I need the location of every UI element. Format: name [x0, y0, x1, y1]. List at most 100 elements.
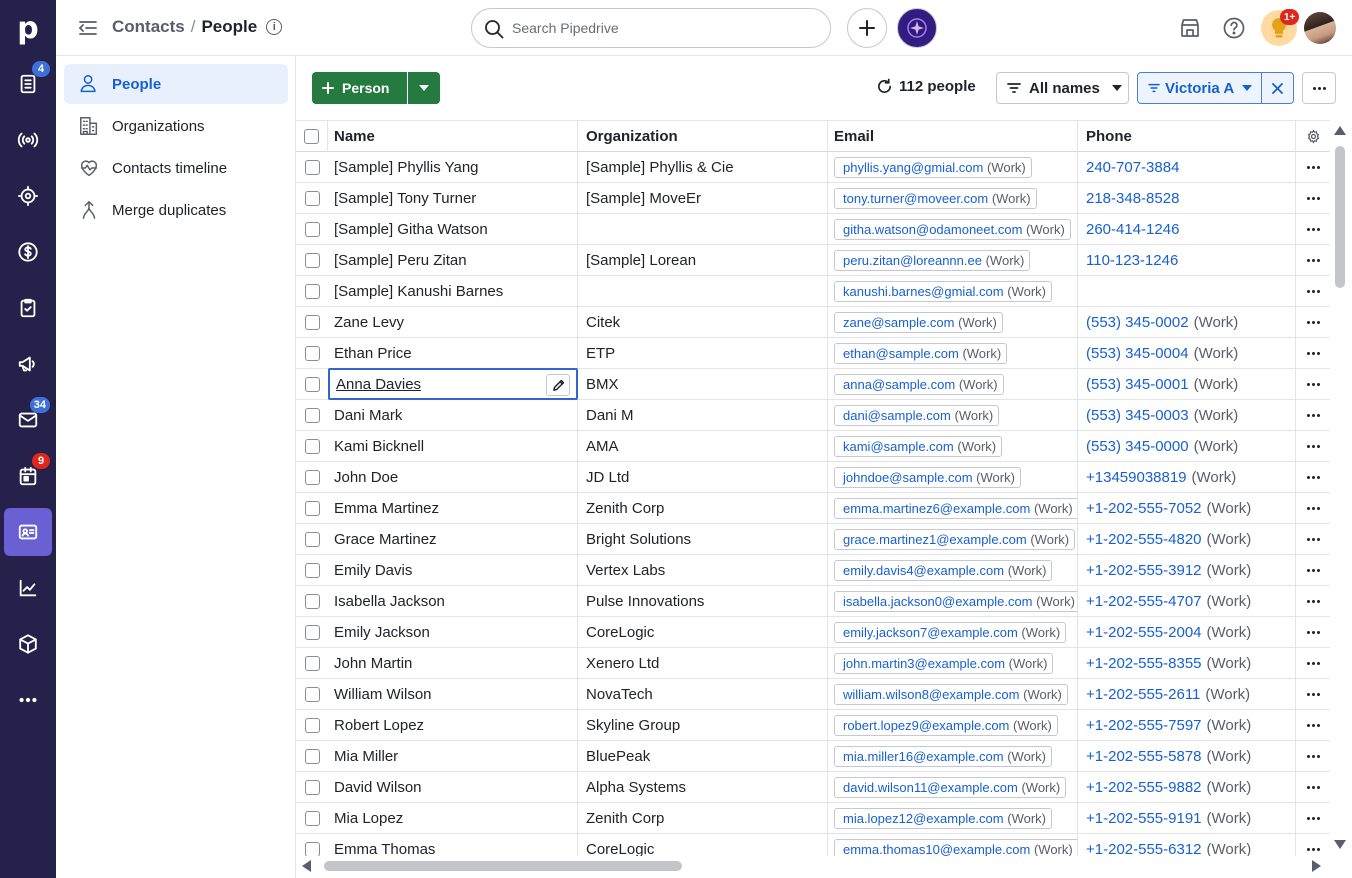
- rail-campaigns-button[interactable]: [4, 340, 52, 388]
- phone-cell[interactable]: 240-707-3884: [1078, 152, 1296, 182]
- name-cell[interactable]: Mia Miller: [328, 741, 578, 771]
- table-row[interactable]: Dani Mark Dani Mdani@sample.com (Work) (55…: [296, 400, 1330, 431]
- email-pill[interactable]: emma.thomas10@example.com (Work): [834, 838, 1077, 856]
- row-actions-button[interactable]: [1296, 214, 1330, 244]
- row-checkbox[interactable]: [304, 376, 320, 392]
- vertical-scrollbar[interactable]: [1330, 120, 1352, 856]
- row-checkbox[interactable]: [304, 624, 320, 640]
- row-actions-button[interactable]: [1296, 803, 1330, 833]
- email-cell[interactable]: kami@sample.com (Work): [828, 431, 1078, 461]
- email-cell[interactable]: emma.martinez6@example.com (Work): [828, 493, 1078, 523]
- email-cell[interactable]: johndoe@sample.com (Work): [828, 462, 1078, 492]
- person-name-link[interactable]: Mia Miller: [334, 748, 398, 765]
- table-row[interactable]: [Sample] Phyllis Yang [Sample] Phyllis & …: [296, 152, 1330, 183]
- email-cell[interactable]: kanushi.barnes@gmial.com (Work): [828, 276, 1078, 306]
- phone-link[interactable]: +1-202-555-2004: [1086, 624, 1202, 641]
- rail-mail-button[interactable]: 34: [4, 396, 52, 444]
- phone-cell[interactable]: 110-123-1246: [1078, 245, 1296, 275]
- organization-cell[interactable]: Zenith Corp: [578, 803, 828, 833]
- rail-products-button[interactable]: [4, 620, 52, 668]
- column-settings-button[interactable]: [1296, 121, 1330, 152]
- info-icon[interactable]: i: [266, 19, 283, 35]
- rail-insights-target-button[interactable]: [4, 172, 52, 220]
- rail-deals-button[interactable]: 4: [4, 60, 52, 108]
- organization-cell[interactable]: Vertex Labs: [578, 555, 828, 585]
- email-pill[interactable]: anna@sample.com (Work): [834, 373, 1004, 395]
- row-actions-button[interactable]: [1296, 431, 1330, 461]
- phone-cell[interactable]: (553) 345-0004 (Work): [1078, 338, 1296, 368]
- phone-cell[interactable]: +1-202-555-2004 (Work): [1078, 617, 1296, 647]
- email-pill[interactable]: dani@sample.com (Work): [834, 404, 1000, 426]
- phone-link[interactable]: +1-202-555-9882: [1086, 779, 1202, 796]
- email-pill[interactable]: mia.miller16@example.com (Work): [834, 745, 1052, 767]
- email-cell[interactable]: david.wilson11@example.com (Work): [828, 772, 1078, 802]
- table-row[interactable]: David Wilson Alpha Systems david.wilson11@…: [296, 772, 1330, 803]
- table-row[interactable]: John Martin Xenero Ltd john.martin3@exampl…: [296, 648, 1330, 679]
- row-checkbox[interactable]: [304, 593, 320, 609]
- person-name-link[interactable]: Zane Levy: [334, 314, 404, 331]
- table-row[interactable]: [Sample] Tony Turner [Sample] MoveEr tony.…: [296, 183, 1330, 214]
- email-pill[interactable]: kami@sample.com (Work): [834, 435, 1003, 457]
- organization-link[interactable]: Zenith Corp: [586, 500, 664, 517]
- scroll-up-icon[interactable]: [1334, 126, 1346, 135]
- email-cell[interactable]: phyllis.yang@gmial.com (Work): [828, 152, 1078, 182]
- name-cell[interactable]: Anna Davies: [328, 368, 578, 400]
- column-header-email[interactable]: Email: [828, 121, 1078, 152]
- email-cell[interactable]: anna@sample.com (Work): [828, 369, 1078, 399]
- table-row[interactable]: Emma Martinez Zenith Corp emma.martinez6@e…: [296, 493, 1330, 524]
- email-pill[interactable]: john.martin3@example.com (Work): [834, 652, 1054, 674]
- organization-link[interactable]: ETP: [586, 345, 615, 362]
- vertical-scroll-thumb[interactable]: [1335, 146, 1345, 288]
- row-actions-button[interactable]: [1296, 400, 1330, 430]
- organization-link[interactable]: Vertex Labs: [586, 562, 665, 579]
- email-pill[interactable]: grace.martinez1@example.com (Work): [834, 528, 1076, 550]
- marketplace-icon[interactable]: [1178, 16, 1202, 40]
- row-actions-button[interactable]: [1296, 679, 1330, 709]
- organization-cell[interactable]: Dani M: [578, 400, 828, 430]
- phone-cell[interactable]: +1-202-555-5878 (Work): [1078, 741, 1296, 771]
- organization-link[interactable]: [Sample] MoveEr: [586, 190, 701, 207]
- organization-cell[interactable]: Citek: [578, 307, 828, 337]
- email-cell[interactable]: emily.jackson7@example.com (Work): [828, 617, 1078, 647]
- name-cell[interactable]: Emma Thomas: [328, 834, 578, 856]
- subnav-item-contacts-timeline[interactable]: Contacts timeline: [64, 148, 288, 188]
- row-checkbox[interactable]: [304, 810, 320, 826]
- name-cell[interactable]: Kami Bicknell: [328, 431, 578, 461]
- rail-dollar-button[interactable]: [4, 228, 52, 276]
- person-name-link[interactable]: [Sample] Peru Zitan: [334, 252, 467, 269]
- phone-cell[interactable]: +1-202-555-9191 (Work): [1078, 803, 1296, 833]
- row-checkbox[interactable]: [304, 841, 320, 856]
- row-checkbox[interactable]: [304, 500, 320, 516]
- name-cell[interactable]: [Sample] Peru Zitan: [328, 245, 578, 275]
- organization-cell[interactable]: Alpha Systems: [578, 772, 828, 802]
- person-name-link[interactable]: Emily Jackson: [334, 624, 430, 641]
- name-cell[interactable]: [Sample] Githa Watson: [328, 214, 578, 244]
- name-cell[interactable]: Emily Davis: [328, 555, 578, 585]
- row-checkbox[interactable]: [304, 190, 320, 206]
- organization-link[interactable]: [Sample] Phyllis & Cie: [586, 159, 734, 176]
- edit-cell-button[interactable]: [546, 374, 570, 396]
- organization-link[interactable]: NovaTech: [586, 686, 653, 703]
- name-cell[interactable]: Isabella Jackson: [328, 586, 578, 616]
- organization-link[interactable]: Skyline Group: [586, 717, 680, 734]
- organization-cell[interactable]: Zenith Corp: [578, 493, 828, 523]
- scroll-left-icon[interactable]: [302, 860, 311, 872]
- rail-reports-button[interactable]: [4, 564, 52, 612]
- scroll-right-icon[interactable]: [1312, 860, 1321, 872]
- row-actions-button[interactable]: [1296, 586, 1330, 616]
- phone-cell[interactable]: +1-202-555-4707 (Work): [1078, 586, 1296, 616]
- table-row[interactable]: Mia Miller BluePeak mia.miller16@example.c…: [296, 741, 1330, 772]
- name-cell[interactable]: Ethan Price: [328, 338, 578, 368]
- table-row[interactable]: Ethan Price ETP ethan@sample.com (Work) (55…: [296, 338, 1330, 369]
- select-all-checkbox[interactable]: [304, 129, 319, 144]
- organization-link[interactable]: Xenero Ltd: [586, 655, 659, 672]
- row-actions-button[interactable]: [1296, 462, 1330, 492]
- organization-cell[interactable]: [578, 214, 828, 244]
- row-actions-button[interactable]: [1296, 493, 1330, 523]
- name-filter-select[interactable]: All names: [996, 72, 1129, 104]
- rail-calendar-button[interactable]: 9: [4, 452, 52, 500]
- rail-more-button[interactable]: [4, 676, 52, 724]
- phone-cell[interactable]: (553) 345-0000 (Work): [1078, 431, 1296, 461]
- name-cell[interactable]: Mia Lopez: [328, 803, 578, 833]
- phone-link[interactable]: +1-202-555-7597: [1086, 717, 1202, 734]
